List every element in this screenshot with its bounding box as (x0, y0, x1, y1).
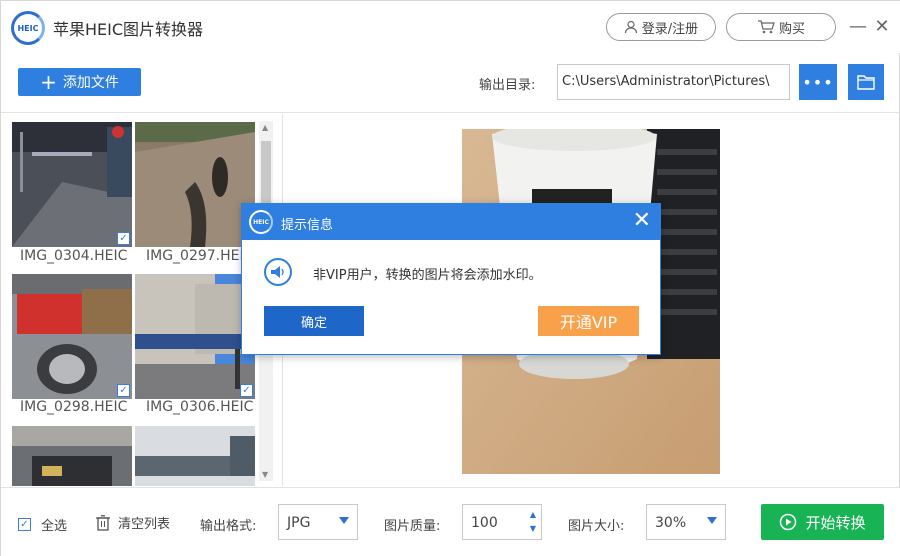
quality-value: 100 (471, 515, 498, 531)
buy-label: 购买 (778, 21, 805, 37)
add-file-label: 添加文件 (62, 75, 119, 91)
thumbnail-checkbox[interactable]: ✓ (240, 384, 253, 397)
buy-button[interactable]: 购买 (726, 13, 836, 41)
thumbnail-item[interactable] (135, 122, 255, 247)
clear-list-label: 清空列表 (118, 517, 171, 532)
dialog-message: 非VIP用户，转换的图片将会添加水印。 (313, 268, 542, 283)
folder-icon (857, 75, 875, 90)
dialog-title: 提示信息 (281, 218, 334, 233)
output-path-field[interactable]: C:\Users\Administrator\Pictures\ (557, 64, 790, 100)
more-icon[interactable]: ••• (799, 64, 837, 100)
thumbnail-item[interactable] (12, 426, 132, 486)
thumbnail-image (135, 122, 255, 247)
scroll-down-icon[interactable]: ▼ (262, 470, 268, 479)
dialog-header: HEIC 提示信息 ✕ (242, 204, 660, 240)
bottom-bar: ✓ 全选 清空列表 输出格式: JPG 图片质量: 100 ▲ ▼ 图片大小: … (1, 487, 900, 556)
chevron-down-icon (707, 517, 717, 524)
thumbnail-checkbox[interactable]: ✓ (117, 384, 130, 397)
vip-notice-dialog: HEIC 提示信息 ✕ 非VIP用户，转换的图片将会添加水印。 确定 开通VIP (241, 203, 661, 355)
output-format-select[interactable]: JPG (278, 504, 358, 540)
heic-logo-icon: HEIC (11, 11, 45, 45)
folder-button[interactable] (848, 64, 884, 100)
login-button[interactable]: 登录/注册 (606, 13, 716, 41)
output-format-value: JPG (287, 515, 311, 531)
thumbnail-image (135, 274, 255, 399)
heic-logo-icon: HEIC (249, 210, 273, 234)
app-title: 苹果HEIC图片转换器 (53, 20, 204, 39)
app-window: HEIC 苹果HEIC图片转换器 登录/注册 购买 — ✕ + 添加文件 输出目… (0, 0, 900, 556)
cart-icon (757, 20, 775, 34)
play-icon (780, 513, 797, 531)
thumbnail-image (12, 122, 132, 247)
thumbnail-label: IMG_0298.HEIC (20, 399, 128, 415)
quality-stepper[interactable]: 100 ▲ ▼ (462, 504, 542, 540)
size-label: 图片大小: (568, 519, 625, 534)
output-format-label: 输出格式: (200, 519, 257, 534)
start-convert-label: 开始转换 (805, 513, 866, 532)
thumbnail-image (12, 274, 132, 399)
select-all-checkbox[interactable]: ✓ 全选 (18, 515, 67, 534)
add-file-button[interactable]: + 添加文件 (18, 68, 141, 96)
decrement-icon[interactable]: ▼ (530, 524, 536, 533)
ok-button[interactable]: 确定 (264, 306, 364, 336)
thumbnail-item[interactable]: ✓ (12, 274, 132, 399)
trash-icon (96, 514, 110, 531)
clear-list-button[interactable]: 清空列表 (96, 513, 170, 532)
user-icon (624, 20, 637, 34)
chevron-down-icon (339, 517, 349, 524)
select-all-label: 全选 (41, 519, 68, 534)
scroll-up-icon[interactable]: ▲ (262, 123, 268, 132)
speaker-icon (264, 258, 292, 286)
thumbnail-item[interactable] (135, 426, 255, 486)
open-vip-button[interactable]: 开通VIP (538, 306, 639, 336)
minimize-icon[interactable]: — (847, 15, 869, 37)
thumbnail-label: IMG_0304.HEIC (20, 248, 128, 264)
plus-icon: + (40, 70, 57, 94)
output-dir-label: 输出目录: (479, 78, 536, 93)
thumbnail-item[interactable]: ✓ (12, 122, 132, 247)
start-convert-button[interactable]: 开始转换 (761, 504, 884, 540)
thumbnail-image (135, 426, 255, 486)
login-label: 登录/注册 (641, 21, 699, 37)
checkbox-icon: ✓ (18, 518, 31, 531)
thumbnail-item[interactable]: ✓ (135, 274, 255, 399)
thumbnail-image (12, 426, 132, 486)
thumbnail-label: IMG_0306.HEIC (146, 399, 254, 415)
quality-label: 图片质量: (384, 519, 441, 534)
thumbnail-checkbox[interactable]: ✓ (117, 232, 130, 245)
toolbar: + 添加文件 输出目录: C:\Users\Administrator\Pict… (1, 53, 900, 113)
title-bar: HEIC 苹果HEIC图片转换器 登录/注册 购买 — ✕ (1, 1, 900, 53)
size-value: 30% (655, 515, 687, 531)
increment-icon[interactable]: ▲ (530, 510, 536, 519)
close-icon[interactable]: ✕ (871, 15, 893, 37)
size-select[interactable]: 30% (646, 504, 726, 540)
dialog-close-icon[interactable]: ✕ (633, 210, 651, 232)
